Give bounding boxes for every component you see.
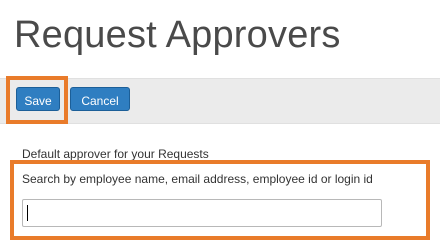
search-label: Search by employee name, email address, … bbox=[22, 172, 373, 186]
cancel-button[interactable]: Cancel bbox=[70, 87, 130, 111]
toolbar bbox=[0, 78, 440, 124]
save-button[interactable]: Save bbox=[16, 87, 60, 111]
page-title: Request Approvers bbox=[14, 14, 341, 56]
text-cursor bbox=[27, 205, 28, 221]
approver-search-input[interactable] bbox=[22, 199, 382, 227]
default-approver-label: Default approver for your Requests bbox=[22, 147, 209, 161]
request-approvers-page: Request Approvers Save Cancel Default ap… bbox=[0, 0, 440, 240]
